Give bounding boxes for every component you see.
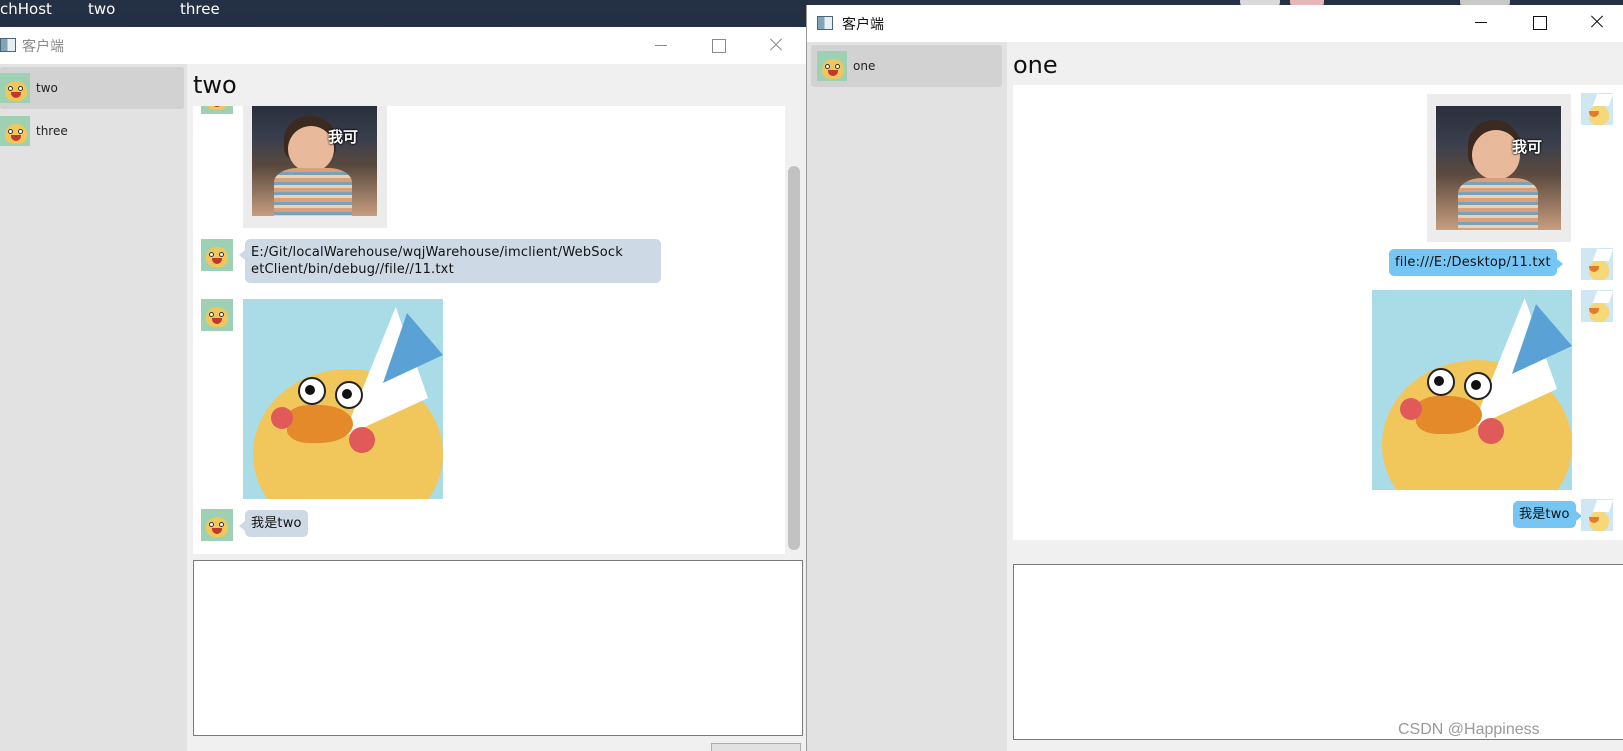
avatar — [1581, 93, 1613, 125]
app-icon — [0, 38, 16, 52]
close-icon[interactable] — [766, 35, 786, 55]
avatar — [201, 239, 233, 271]
message-list[interactable]: 我可 E:/Git/localWarehouse/wqjWarehouse/im… — [193, 106, 785, 554]
chat-title: two — [193, 71, 237, 99]
contact-item-one[interactable]: one — [811, 45, 1002, 87]
text-message[interactable]: 我是two — [1513, 501, 1582, 528]
app-icon — [817, 16, 833, 30]
watermark: CSDN @Happiness — [1398, 721, 1540, 738]
avatar — [1581, 499, 1613, 531]
message-input[interactable] — [193, 560, 803, 736]
contact-list: two three — [0, 64, 187, 751]
avatar — [0, 116, 30, 146]
minimize-icon[interactable] — [1471, 12, 1491, 32]
avatar — [201, 299, 233, 331]
avatar — [201, 509, 233, 541]
image-message[interactable]: 我可 — [243, 106, 387, 228]
window-title: 客户端 — [842, 17, 884, 33]
maximize-icon[interactable] — [1529, 12, 1549, 32]
message-input[interactable] — [1013, 564, 1623, 740]
desktop-tab-label[interactable]: three — [180, 0, 220, 18]
avatar — [201, 106, 233, 114]
contact-name: one — [853, 59, 876, 73]
text-message[interactable]: file:///E:/Desktop/11.txt — [1389, 249, 1563, 276]
message-text-line: etClient/bin/debug//file//11.txt — [251, 262, 454, 277]
avatar — [1581, 290, 1613, 322]
desktop-tab-label[interactable]: chHost — [0, 0, 52, 18]
duck-photo[interactable] — [1372, 290, 1572, 490]
client-window-one: 客户端 one one 我可 file:///E:/Desktop/11.txt — [806, 5, 1623, 751]
toddler-photo: 我可 — [252, 106, 377, 216]
client-window-two: 客户端 two three two 我可 E:/Git/localWarehou… — [0, 27, 806, 751]
toddler-photo: 我可 — [1436, 106, 1561, 230]
maximize-icon[interactable] — [708, 35, 728, 55]
contact-item-three[interactable]: three — [0, 110, 184, 152]
avatar — [817, 51, 847, 81]
send-button[interactable] — [711, 743, 801, 751]
contact-name: three — [36, 124, 68, 138]
desktop-tab-label[interactable]: two — [88, 0, 115, 18]
image-message[interactable]: 我可 — [1427, 94, 1571, 242]
minimize-icon[interactable] — [651, 35, 671, 55]
scrollbar-thumb[interactable] — [788, 166, 800, 550]
title-bar[interactable]: 客户端 — [807, 5, 1623, 42]
message-list[interactable]: 我可 file:///E:/Desktop/11.txt 我是two — [1013, 85, 1623, 540]
window-title: 客户端 — [22, 39, 64, 55]
duck-photo[interactable] — [243, 299, 443, 499]
text-message[interactable]: E:/Git/localWarehouse/wqjWarehouse/imcli… — [239, 239, 661, 283]
contact-list: one — [807, 42, 1007, 751]
contact-name: two — [36, 81, 58, 95]
chat-title: one — [1013, 51, 1058, 79]
text-message[interactable]: 我是two — [239, 510, 308, 537]
message-text-line: E:/Git/localWarehouse/wqjWarehouse/imcli… — [251, 245, 623, 260]
title-bar[interactable]: 客户端 — [0, 27, 806, 64]
message-scrollbar[interactable] — [787, 106, 801, 554]
contact-item-two[interactable]: two — [0, 67, 184, 109]
avatar — [0, 73, 30, 103]
close-icon[interactable] — [1587, 12, 1607, 32]
avatar — [1581, 248, 1613, 280]
